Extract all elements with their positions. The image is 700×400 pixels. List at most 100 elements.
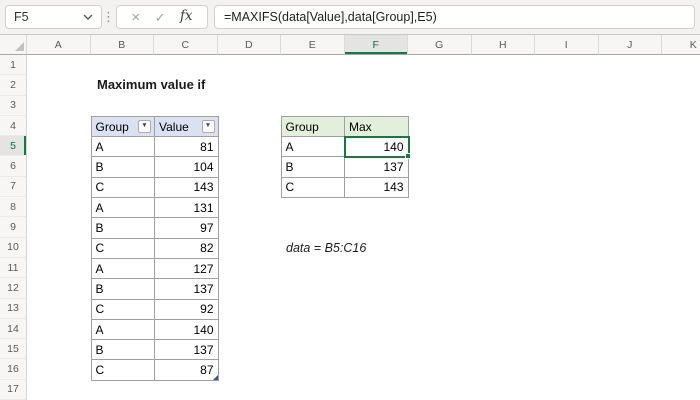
data-table-row: C 82 xyxy=(91,238,219,259)
data-table-header-cell[interactable]: Value ▼ xyxy=(155,116,219,138)
column-header[interactable]: D xyxy=(217,35,281,55)
column-header[interactable]: K xyxy=(662,35,700,55)
group-cell[interactable]: B xyxy=(91,340,155,361)
data-table-body: A 81 B 104 C 143 A 131 B 97 C 82 A 127 B… xyxy=(91,137,219,381)
summary-max-value: 140 xyxy=(383,139,404,154)
group-cell[interactable]: B xyxy=(91,218,155,239)
row-header[interactable]: 9 xyxy=(0,217,26,238)
value-cell[interactable]: 81 xyxy=(155,137,219,158)
formula-input[interactable]: =MAXIFS(data[Value],data[Group],E5) xyxy=(214,5,695,29)
group-cell[interactable]: B xyxy=(91,157,155,178)
fill-handle[interactable] xyxy=(404,153,411,160)
group-cell[interactable]: B xyxy=(91,279,155,300)
select-all-button[interactable] xyxy=(0,35,27,55)
value-cell[interactable]: 97 xyxy=(155,218,219,239)
column-header[interactable]: B xyxy=(90,35,154,55)
row-header[interactable]: 2 xyxy=(0,75,26,96)
data-table-row: A 140 xyxy=(91,319,219,341)
value-cell[interactable]: 140 xyxy=(155,319,219,341)
data-table: Group ▼ Value ▼ A 81 B 104 C 143 A 131 B… xyxy=(90,115,219,381)
row-header[interactable]: 14 xyxy=(0,319,26,340)
value-cell[interactable]: 87 xyxy=(155,360,219,381)
data-table-row: A 131 xyxy=(91,198,219,219)
summary-group-cell[interactable]: C xyxy=(281,177,345,199)
value-cell[interactable]: 92 xyxy=(155,299,219,320)
value-cell[interactable]: 143 xyxy=(155,177,219,199)
row-header[interactable]: 16 xyxy=(0,359,26,380)
row-header[interactable]: 7 xyxy=(0,177,26,198)
group-cell[interactable]: C xyxy=(91,360,155,381)
summary-max-cell[interactable]: 140 xyxy=(344,136,411,160)
data-table-row: C 87 xyxy=(91,360,219,381)
group-cell[interactable]: C xyxy=(91,299,155,320)
cell-title[interactable]: Maximum value if xyxy=(97,75,205,95)
summary-max-cell[interactable]: 143 xyxy=(345,177,409,199)
summary-table: Group Max A 140 B 137 C 143 xyxy=(280,115,411,199)
group-cell[interactable]: C xyxy=(91,238,155,259)
row-header[interactable]: 11 xyxy=(0,258,26,279)
more-options-icon[interactable]: ⋮ xyxy=(102,9,115,25)
excel-window: F5 ⋮ × ✓ fx =MAXIFS(data[Value],data[Gro… xyxy=(0,0,700,400)
value-cell[interactable]: 82 xyxy=(155,238,219,259)
value-cell[interactable]: 137 xyxy=(155,340,219,361)
value-cell[interactable]: 131 xyxy=(155,198,219,219)
chevron-down-icon[interactable] xyxy=(83,14,93,20)
column-header[interactable]: I xyxy=(535,35,599,55)
summary-max-cell[interactable]: 137 xyxy=(345,157,409,178)
group-cell[interactable]: C xyxy=(91,177,155,199)
formula-bar: F5 ⋮ × ✓ fx =MAXIFS(data[Value],data[Gro… xyxy=(0,0,700,35)
summary-header-cell[interactable]: Max xyxy=(345,116,409,138)
enter-icon[interactable]: ✓ xyxy=(155,11,166,24)
row-header[interactable]: 13 xyxy=(0,299,26,319)
group-cell[interactable]: A xyxy=(91,137,155,158)
group-cell[interactable]: A xyxy=(91,258,155,280)
sheet-canvas[interactable]: Maximum value if Group ▼ Value ▼ A 81 B … xyxy=(27,55,700,400)
row-header[interactable]: 6 xyxy=(0,156,26,177)
summary-group-cell[interactable]: B xyxy=(281,157,345,178)
data-table-row: B 97 xyxy=(91,218,219,239)
column-header[interactable]: F xyxy=(344,35,408,55)
column-header[interactable]: C xyxy=(154,35,218,55)
name-box[interactable]: F5 xyxy=(5,5,102,29)
summary-group-cell[interactable]: A xyxy=(281,137,345,158)
value-cell[interactable]: 127 xyxy=(155,258,219,280)
data-table-row: B 137 xyxy=(91,340,219,361)
filter-button[interactable]: ▼ xyxy=(201,120,215,134)
column-header[interactable]: A xyxy=(27,35,91,55)
formula-buttons: × ✓ fx xyxy=(116,5,208,29)
summary-table-row: C 143 xyxy=(281,177,409,199)
group-cell[interactable]: A xyxy=(91,319,155,341)
row-header[interactable]: 3 xyxy=(0,96,26,116)
formula-text: =MAXIFS(data[Value],data[Group],E5) xyxy=(224,10,437,24)
row-header[interactable]: 5 xyxy=(0,136,26,157)
column-header[interactable]: J xyxy=(598,35,662,55)
row-header[interactable]: 4 xyxy=(0,116,26,137)
summary-header-cell[interactable]: Group xyxy=(281,116,345,138)
column-header[interactable]: E xyxy=(281,35,345,55)
value-cell[interactable]: 137 xyxy=(155,279,219,300)
insert-function-icon[interactable]: fx xyxy=(180,10,193,24)
data-table-row: B 104 xyxy=(91,157,219,178)
column-header[interactable]: G xyxy=(408,35,472,55)
value-cell[interactable]: 104 xyxy=(155,157,219,178)
row-header[interactable]: 1 xyxy=(0,55,26,76)
data-table-row: C 92 xyxy=(91,299,219,320)
row-header[interactable]: 15 xyxy=(0,339,26,360)
data-table-row: A 81 xyxy=(91,137,219,158)
filter-button[interactable]: ▼ xyxy=(138,120,151,134)
group-cell[interactable]: A xyxy=(91,198,155,219)
row-header[interactable]: 12 xyxy=(0,278,26,299)
summary-table-body: A 140 B 137 C 143 xyxy=(281,136,411,199)
header-label: Group xyxy=(95,119,129,134)
row-header[interactable]: 17 xyxy=(0,380,26,400)
data-table-row: B 137 xyxy=(91,279,219,300)
data-table-header-cell[interactable]: Group ▼ xyxy=(91,116,155,138)
summary-table-row: B 137 xyxy=(281,157,409,178)
row-headers: 1 2 3 4 5 6 7 8 9 10 11 12 13 14 15 16 1… xyxy=(0,55,27,400)
summary-max-value: 137 xyxy=(383,160,404,175)
cancel-icon[interactable]: × xyxy=(131,10,140,25)
column-header[interactable]: H xyxy=(471,35,535,55)
cell-note[interactable]: data = B5:C16 xyxy=(286,238,366,258)
row-header[interactable]: 10 xyxy=(0,238,26,258)
row-header[interactable]: 8 xyxy=(0,197,26,218)
